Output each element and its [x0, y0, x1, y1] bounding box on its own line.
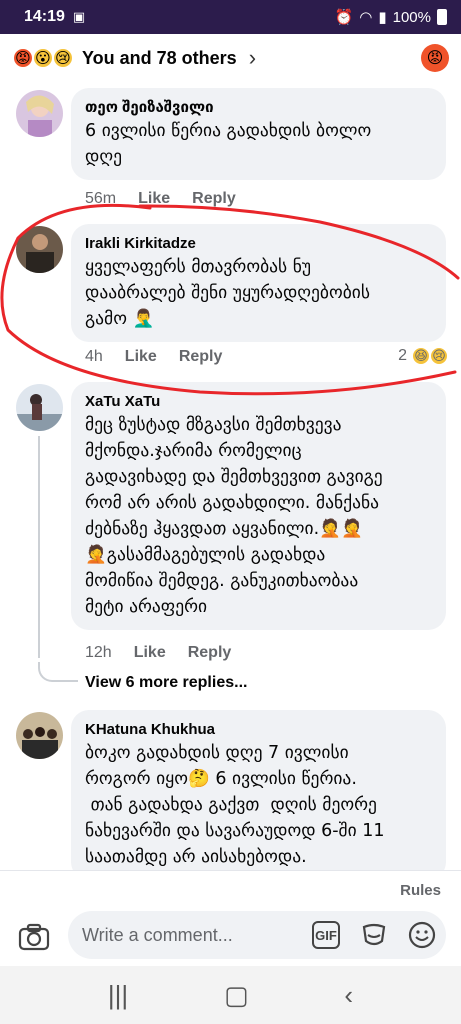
status-bar: 14:19 ▣ ⏰ ◠ ▮ 100% — [0, 0, 461, 34]
battery-level: 100% — [392, 8, 431, 26]
rules-link[interactable]: Rules — [400, 882, 441, 899]
laugh-reaction-icon: 😆 — [411, 346, 431, 366]
comment-text-line: ძებნაზე ჰყავდათ აყვანილი.🤦🤦 — [85, 519, 363, 539]
comment-text-line: როგორ იყო🤔 6 ივლისი წერია. — [85, 769, 357, 789]
comment-bubble[interactable]: თეო შეიზაშვილი 6 ივლისი წერია გადახდის ბ… — [71, 88, 446, 180]
comment-reaction-count[interactable]: 2 😆 😢 — [398, 346, 449, 366]
chevron-right-icon[interactable]: › — [249, 45, 256, 71]
clock: 14:19 — [24, 8, 65, 25]
avatar[interactable] — [16, 90, 63, 137]
like-button[interactable]: Like — [134, 644, 166, 662]
system-nav-bar: ||| ▢ ‹ — [0, 966, 461, 1024]
comment-input[interactable] — [68, 911, 446, 959]
comment-author[interactable]: XaTu XaTu — [85, 392, 434, 412]
comment-bubble[interactable]: XaTu XaTu მეც ზუსტად მზგავსი შემთხვევა მ… — [71, 382, 446, 630]
reactions-header[interactable]: 😡 😮 😢 You and 78 others › 😡 — [0, 34, 461, 82]
reply-button[interactable]: Reply — [188, 644, 232, 662]
comment-text-line: მეც ზუსტად მზგავსი შემთხვევა — [85, 415, 342, 435]
comment-text-line: გამო 🤦‍♂️ — [85, 309, 155, 329]
comment-text-line: მომიწია შემდეგ. განუკითხაობაა — [85, 571, 359, 591]
comment-actions: 56m Like Reply — [85, 190, 236, 208]
avatar[interactable] — [16, 712, 63, 759]
comment-text-line: რომ არ არის გადახდილი. მანქანა — [85, 493, 379, 513]
comment-time[interactable]: 12h — [85, 644, 112, 662]
reactions-summary[interactable]: You and 78 others — [82, 48, 237, 69]
comment-text-line: ნახევარში და სავარაუდოდ 6-ში 11 — [85, 821, 385, 841]
sad-reaction-icon: 😢 — [429, 346, 449, 366]
comment-text-line: მქონდა.ჯარიმა რომელიც — [85, 441, 302, 461]
comment-text-line: ყველაფერს მთავრობას ნუ — [85, 257, 312, 277]
comment-text-line: მეტი არაფერი — [85, 597, 208, 617]
my-reaction-angry-icon[interactable]: 😡 — [421, 44, 449, 72]
comment-text-line: 🤦გასამმაგებულის გადახდა — [85, 545, 326, 565]
comment-actions: 12h Like Reply — [85, 644, 231, 662]
avatar[interactable] — [16, 226, 63, 273]
reply-thread-curve — [38, 662, 78, 682]
wifi-icon: ◠ — [359, 9, 373, 26]
gallery-notification-icon: ▣ — [72, 9, 86, 24]
comment-text-line: დღე — [85, 147, 122, 167]
comment-author[interactable]: თეო შეიზაშვილი — [85, 98, 434, 118]
comment-text-line: გადავიხადე და შემთხვევით გავიგე — [85, 467, 383, 487]
comment-bubble[interactable]: Irakli Kirkitadze ყველაფერს მთავრობას ნუ… — [71, 224, 446, 342]
like-button[interactable]: Like — [138, 190, 170, 208]
sad-reaction-icon: 😢 — [52, 47, 74, 69]
battery-icon — [437, 9, 447, 25]
angry-reaction-icon: 😡 — [12, 47, 34, 69]
comment-text-line: საათამდე არ აისახებოდა. — [85, 847, 307, 867]
reply-button[interactable]: Reply — [179, 348, 223, 366]
alarm-icon: ⏰ — [334, 9, 354, 26]
signal-icon: ▮ — [378, 9, 387, 26]
comment-actions: 4h Like Reply — [85, 348, 222, 366]
comment-author[interactable]: KHatuna Khukhua — [85, 720, 434, 740]
comment-text-line: თან გადახდა გაქვთ დღის მეორე — [85, 795, 377, 815]
reaction-count-number: 2 — [398, 347, 407, 364]
emoji-icon[interactable] — [408, 921, 436, 949]
back-icon[interactable]: ‹ — [344, 980, 353, 1011]
comment-composer: GIF — [0, 870, 461, 966]
view-more-replies-link[interactable]: View 6 more replies... — [85, 674, 247, 692]
avatar[interactable] — [16, 384, 63, 431]
reaction-emoji-stack: 😡 😮 😢 — [12, 47, 74, 69]
comment-text-line: დააბრალებ შენი უყურადღებობის — [85, 283, 370, 303]
comment-time[interactable]: 56m — [85, 190, 116, 208]
home-icon[interactable]: ▢ — [224, 980, 249, 1011]
like-button[interactable]: Like — [125, 348, 157, 366]
comment-text-line: 6 ივლისი წერია გადახდის ბოლო — [85, 121, 372, 141]
comment-bubble[interactable]: KHatuna Khukhua ბოკო გადახდის დღე 7 ივლი… — [71, 710, 446, 880]
recent-apps-icon[interactable]: ||| — [108, 980, 128, 1011]
comment-text-line: ბოკო გადახდის დღე 7 ივლისი — [85, 743, 349, 763]
comment-time[interactable]: 4h — [85, 348, 103, 366]
sticker-icon[interactable] — [360, 921, 388, 949]
status-right: ⏰ ◠ ▮ 100% — [335, 8, 447, 26]
reply-thread-line — [38, 436, 40, 658]
gif-label: GIF — [315, 927, 337, 943]
wow-reaction-icon: 😮 — [32, 47, 54, 69]
gif-icon[interactable]: GIF — [312, 921, 340, 949]
comment-author[interactable]: Irakli Kirkitadze — [85, 234, 434, 254]
reply-button[interactable]: Reply — [192, 190, 236, 208]
camera-icon[interactable] — [18, 923, 50, 951]
